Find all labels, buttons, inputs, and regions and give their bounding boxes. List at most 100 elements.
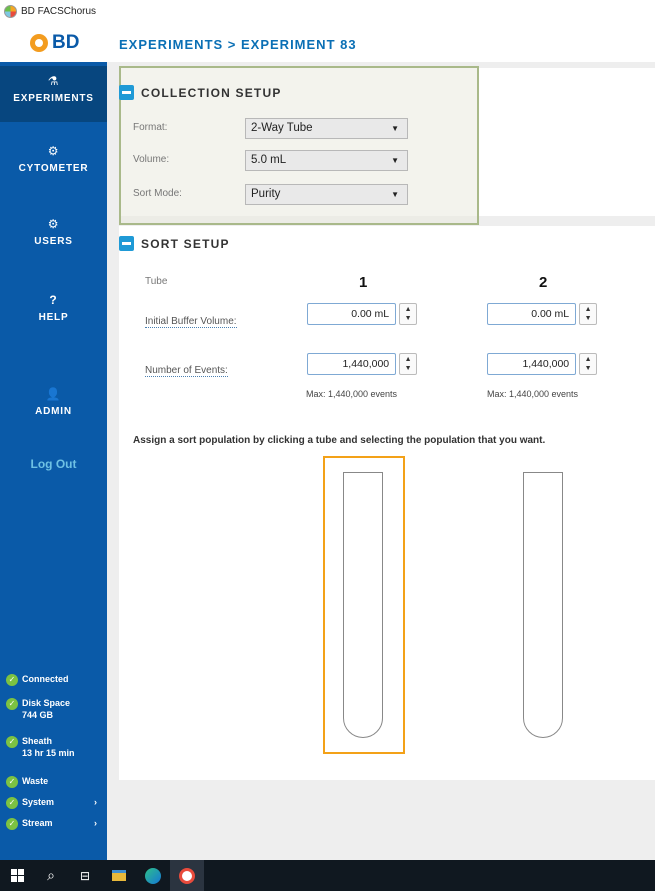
- gear-icon: ⚙: [47, 144, 60, 158]
- window-title: BD FACSChorus: [21, 5, 97, 17]
- status-sheath: ✓ Sheath 13 hr 15 min: [6, 736, 75, 758]
- check-icon: ✓: [6, 698, 18, 710]
- check-icon: ✓: [6, 776, 18, 788]
- person-icon: 👤: [45, 387, 62, 401]
- tube-label: Tube: [145, 276, 168, 287]
- tube-number-1: 1: [359, 274, 368, 291]
- buffer-volume-input-2[interactable]: 0.00 mL: [487, 303, 577, 325]
- status-label: System: [22, 797, 55, 807]
- facschorus-taskbar-button[interactable]: [170, 860, 204, 891]
- format-select[interactable]: 2-Way Tube ▼: [245, 118, 408, 139]
- caret-down-icon: ▼: [391, 124, 399, 133]
- sort-mode-select[interactable]: Purity ▼: [245, 184, 408, 205]
- sidebar-item-users[interactable]: ⚙ USERS: [0, 217, 107, 247]
- status-connected: ✓ Connected: [6, 674, 69, 686]
- chevron-right-icon: ›: [94, 797, 97, 807]
- taskbar: ⌕ ⊟: [0, 860, 655, 891]
- file-explorer-button[interactable]: [102, 860, 136, 891]
- main-content: COLLECTION SETUP Format: 2-Way Tube ▼ Vo…: [107, 62, 655, 860]
- section-title: COLLECTION SETUP: [141, 85, 282, 100]
- caret-down-icon: ▼: [391, 190, 399, 199]
- sidebar-item-experiments[interactable]: ⚗ EXPERIMENTS: [0, 66, 107, 122]
- buffer-volume-stepper-2[interactable]: 0.00 mL ▲ ▼: [487, 303, 597, 325]
- format-label: Format:: [133, 122, 168, 133]
- check-icon: ✓: [6, 674, 18, 686]
- collapse-icon[interactable]: [119, 236, 134, 251]
- edge-icon: [145, 867, 161, 884]
- sidebar-item-label: CYTOMETER: [18, 163, 89, 174]
- sort-setup-header[interactable]: SORT SETUP: [119, 236, 230, 251]
- status-system[interactable]: ✓ System ›: [6, 797, 106, 809]
- collapse-icon[interactable]: [119, 85, 134, 100]
- events-stepper-2[interactable]: 1,440,000 ▲ ▼: [487, 353, 597, 375]
- stepper-arrows-icon[interactable]: ▲ ▼: [399, 353, 417, 375]
- status-label: Disk Space: [22, 698, 71, 708]
- search-button[interactable]: ⌕: [34, 860, 68, 891]
- status-value: 13 hr 15 min: [22, 748, 75, 758]
- status-stream[interactable]: ✓ Stream ›: [6, 818, 106, 830]
- buffer-volume-input-1[interactable]: 0.00 mL: [307, 303, 397, 325]
- collection-setup-header[interactable]: COLLECTION SETUP: [119, 85, 282, 100]
- volume-label: Volume:: [133, 154, 170, 165]
- status-label: Sheath: [22, 736, 53, 746]
- max-events-1: Max: 1,440,000 events: [306, 389, 398, 399]
- task-view-button[interactable]: ⊟: [68, 860, 102, 891]
- check-icon: ✓: [6, 818, 18, 830]
- stepper-arrows-icon[interactable]: ▲ ▼: [579, 303, 597, 325]
- sidebar-item-cytometer[interactable]: ⚙ CYTOMETER: [0, 144, 107, 174]
- sort-mode-label: Sort Mode:: [133, 188, 182, 199]
- check-icon: ✓: [6, 797, 18, 809]
- windows-start-button[interactable]: [0, 860, 34, 891]
- select-value: 2-Way Tube: [251, 122, 313, 134]
- search-icon: ⌕: [47, 867, 55, 883]
- help-icon: ?: [49, 293, 58, 307]
- gear-icon: ⚙: [47, 217, 60, 231]
- task-view-icon: ⊟: [79, 868, 91, 883]
- volume-select[interactable]: 5.0 mL ▼: [245, 150, 408, 171]
- status-label: Stream: [22, 818, 53, 828]
- sidebar-item-help[interactable]: ? HELP: [0, 293, 107, 323]
- buffer-volume-stepper-1[interactable]: 0.00 mL ▲ ▼: [307, 303, 417, 325]
- status-label: Waste: [22, 776, 49, 786]
- bd-logo: BD: [30, 32, 79, 54]
- chevron-right-icon: ›: [94, 818, 97, 828]
- select-value: Purity: [251, 188, 281, 200]
- number-of-events-label[interactable]: Number of Events:: [145, 365, 228, 377]
- breadcrumb[interactable]: EXPERIMENTS > EXPERIMENT 83: [119, 37, 357, 52]
- status-value: 744 GB: [22, 710, 54, 720]
- events-input-1[interactable]: 1,440,000: [307, 353, 397, 375]
- events-stepper-1[interactable]: 1,440,000 ▲ ▼: [307, 353, 417, 375]
- sidebar-item-label: HELP: [38, 312, 69, 323]
- sidebar-item-admin[interactable]: 👤 ADMIN: [0, 387, 107, 417]
- logout-link[interactable]: Log Out: [0, 457, 107, 471]
- tube-2[interactable]: [523, 472, 563, 738]
- caret-down-icon: ▼: [391, 156, 399, 165]
- initial-buffer-volume-label[interactable]: Initial Buffer Volume:: [145, 316, 237, 328]
- section-title: SORT SETUP: [141, 236, 230, 251]
- sort-instruction: Assign a sort population by clicking a t…: [133, 435, 546, 446]
- sidebar-item-label: USERS: [34, 236, 73, 247]
- app-header: BD EXPERIMENTS > EXPERIMENT 83: [0, 22, 655, 62]
- app-icon: [4, 4, 17, 18]
- sidebar-item-label: EXPERIMENTS: [13, 93, 94, 104]
- bd-burst-icon: [30, 34, 48, 52]
- status-disk-space: ✓ Disk Space 744 GB: [6, 698, 70, 720]
- sidebar: ⚗ EXPERIMENTS ⚙ CYTOMETER ⚙ USERS ? HELP…: [0, 62, 107, 860]
- windows-logo-icon: [10, 869, 24, 882]
- tube-1[interactable]: [343, 472, 383, 738]
- stepper-arrows-icon[interactable]: ▲ ▼: [399, 303, 417, 325]
- edge-button[interactable]: [136, 860, 170, 891]
- window-titlebar: BD FACSChorus: [0, 0, 655, 22]
- folder-icon: [112, 870, 126, 881]
- flask-icon: ⚗: [47, 74, 60, 88]
- logo-text: BD: [52, 32, 80, 53]
- tube-number-2: 2: [539, 274, 548, 291]
- status-waste: ✓ Waste: [6, 776, 48, 788]
- select-value: 5.0 mL: [251, 154, 287, 166]
- events-input-2[interactable]: 1,440,000: [487, 353, 577, 375]
- app-icon: [179, 867, 195, 884]
- sidebar-item-label: ADMIN: [35, 406, 72, 417]
- stepper-arrows-icon[interactable]: ▲ ▼: [579, 353, 597, 375]
- status-label: Connected: [22, 674, 69, 684]
- check-icon: ✓: [6, 736, 18, 748]
